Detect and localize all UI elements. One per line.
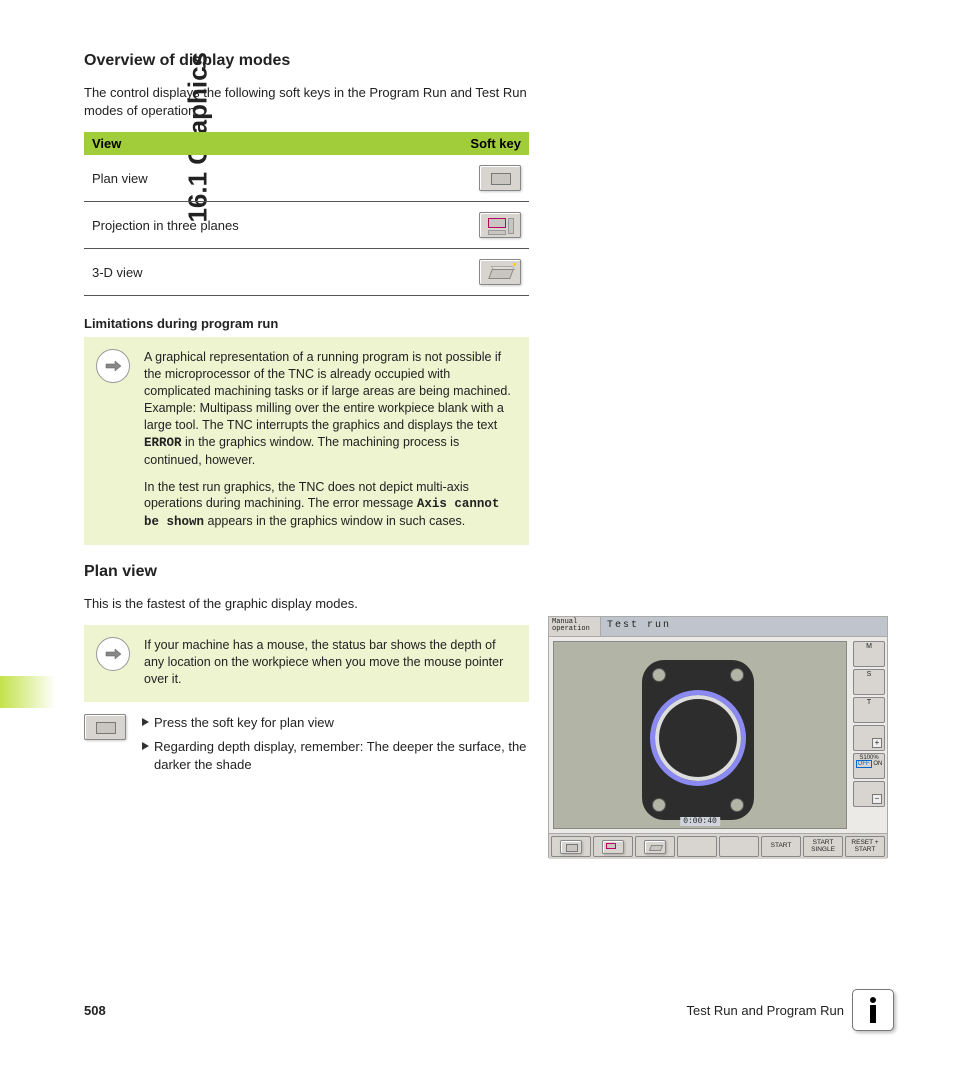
fig-side-button[interactable]: T [853, 697, 885, 723]
fig-bottom-softkeys: START START SINGLE RESET + START [549, 833, 887, 859]
softkey-plan-view-icon [84, 714, 126, 740]
fig-softkey-empty[interactable] [719, 836, 759, 857]
fig-side-button[interactable]: M [853, 641, 885, 667]
fig-side-toolbar: M S T + S100% OFF ON − [851, 637, 887, 833]
page-footer: 508 Test Run and Program Run [84, 989, 894, 1031]
col-view: View [84, 132, 400, 155]
fig-mode-label: Manual operation [549, 617, 601, 636]
table-row: Projection in three planes [84, 202, 529, 249]
arrow-right-icon [96, 349, 130, 383]
error-code: ERROR [144, 436, 182, 450]
plan-view-note: If your machine has a mouse, the status … [84, 625, 529, 702]
fig-softkey-empty[interactable] [677, 836, 717, 857]
fig-side-button[interactable]: S100% OFF ON [853, 753, 885, 779]
screenshot-figure: Manual operation Test run 0:00:40 M S T … [548, 616, 888, 858]
side-accent-bar [0, 676, 56, 708]
table-row: 3-D view [84, 249, 529, 296]
fig-graphics-canvas: 0:00:40 [553, 641, 847, 829]
row-label: Projection in three planes [84, 202, 400, 249]
step-item: Press the soft key for plan view [142, 714, 529, 732]
chapter-title: Test Run and Program Run [686, 1003, 844, 1018]
note-paragraph: If your machine has a mouse, the status … [144, 637, 517, 688]
fig-softkey-start[interactable]: START [761, 836, 801, 857]
row-label: 3-D view [84, 249, 400, 296]
plan-view-heading: Plan view [84, 563, 529, 581]
fig-softkey-plan[interactable] [551, 836, 591, 857]
limitations-heading: Limitations during program run [84, 316, 529, 331]
fig-softkey-3plane[interactable] [593, 836, 633, 857]
col-softkey: Soft key [400, 132, 529, 155]
view-modes-table: View Soft key Plan view Projection in th… [84, 132, 529, 296]
overview-heading: Overview of display modes [84, 52, 529, 70]
overview-intro: The control displays the following soft … [84, 84, 529, 120]
row-label: Plan view [84, 155, 400, 202]
fig-title: Test run [601, 617, 887, 636]
table-row: Plan view [84, 155, 529, 202]
fig-side-button[interactable]: − [853, 781, 885, 807]
fig-softkey-reset-start[interactable]: RESET + START [845, 836, 885, 857]
arrow-right-icon [96, 637, 130, 671]
note-paragraph: In the test run graphics, the TNC does n… [144, 479, 517, 532]
note-paragraph: A graphical representation of a running … [144, 349, 517, 468]
fig-time: 0:00:40 [680, 817, 720, 826]
softkey-three-planes-icon [479, 212, 521, 238]
fig-side-button[interactable]: + [853, 725, 885, 751]
softkey-3d-view-icon [479, 259, 521, 285]
plan-view-intro: This is the fastest of the graphic displ… [84, 595, 529, 613]
fig-side-button[interactable]: S [853, 669, 885, 695]
limitations-note: A graphical representation of a running … [84, 337, 529, 545]
info-icon [852, 989, 894, 1031]
fig-softkey-3d[interactable] [635, 836, 675, 857]
page-number: 508 [84, 1003, 106, 1018]
step-item: Regarding depth display, remember: The d… [142, 738, 529, 774]
fig-softkey-start-single[interactable]: START SINGLE [803, 836, 843, 857]
softkey-plan-view-icon [479, 165, 521, 191]
